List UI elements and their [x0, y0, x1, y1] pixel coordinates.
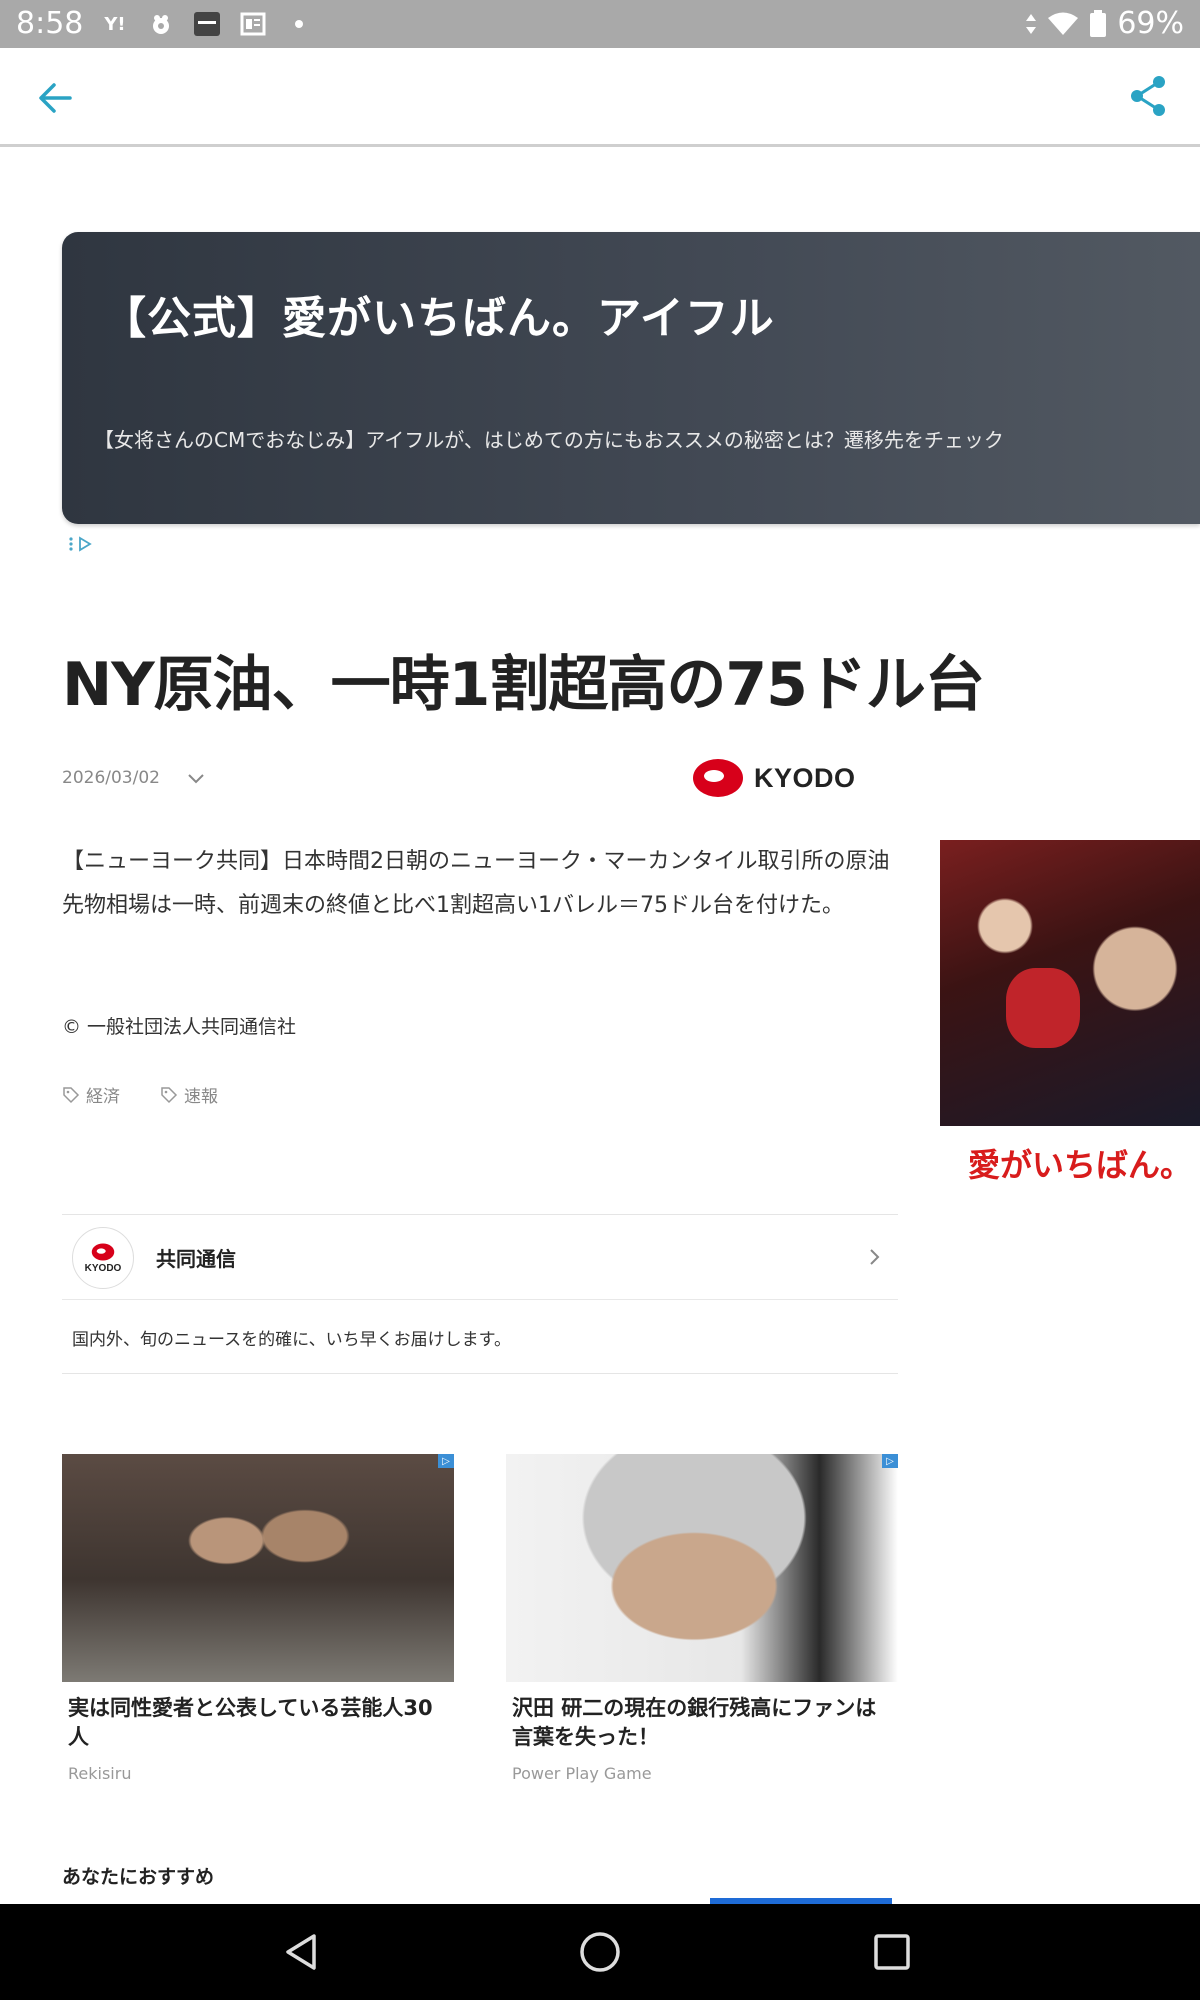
recommended-card[interactable]: ▷ 実は同性愛者と公表している芸能人30人 Rekisiru	[62, 1454, 454, 1794]
ad-title: 【公式】愛がいちばん。アイフル	[102, 293, 775, 344]
nav-recents-button[interactable]	[868, 1928, 916, 1976]
status-time: 8:58	[16, 6, 84, 41]
tag-economy[interactable]: 経済	[62, 1082, 120, 1107]
wifi-icon	[1048, 12, 1079, 35]
newspaper-icon	[238, 10, 268, 38]
back-button[interactable]	[32, 74, 80, 122]
ad-banner[interactable]: 【公式】愛がいちばん。アイフル 【女将さんのCMでおなじみ】アイフルが、はじめて…	[62, 232, 1200, 524]
ad-description: 【女将さんのCMでおなじみ】アイフルが、はじめての方にもおススメの秘密とは？遷移…	[94, 428, 1004, 452]
nav-home-button[interactable]	[576, 1928, 624, 1976]
chevron-down-icon	[188, 774, 204, 784]
article-copyright: © 一般社団法人共同通信社	[62, 1016, 297, 1038]
side-ad-caption: 愛がいちばん。	[968, 1146, 1193, 1184]
tag-label: 経済	[86, 1087, 120, 1107]
status-right: 69%	[1025, 6, 1184, 41]
tag-label: 速報	[184, 1087, 218, 1107]
status-bar: 8:58 Y! 69%	[0, 0, 1200, 48]
card-source: Rekisiru	[68, 1764, 132, 1783]
news-app-icon	[192, 10, 222, 38]
publisher-avatar-text: KYODO	[84, 1262, 122, 1274]
battery-icon	[1090, 9, 1107, 37]
recommended-card[interactable]: ▷ 沢田 研二の現在の銀行残高にファンは言葉を失った！ Power Play G…	[506, 1454, 898, 1794]
side-ad[interactable]: 愛がいちばん。	[940, 840, 1200, 1200]
chevron-right-icon	[862, 1245, 886, 1269]
recommendations-heading: あなたにおすすめ	[62, 1866, 215, 1888]
publisher-row[interactable]: KYODO 共同通信	[62, 1215, 898, 1300]
article-tags: 経済 速報	[62, 1082, 218, 1107]
nav-back-button[interactable]	[278, 1928, 326, 1976]
share-button[interactable]	[1124, 72, 1172, 120]
tag-icon	[63, 1086, 80, 1103]
arrow-left-icon	[39, 83, 72, 113]
side-ad-glove-shape	[1006, 968, 1080, 1048]
app-bar	[0, 48, 1200, 147]
card-source: Power Play Game	[512, 1764, 652, 1783]
square-recents-icon	[874, 1934, 910, 1970]
triangle-back-icon	[286, 1934, 316, 1970]
card-image	[506, 1454, 898, 1682]
card-image	[62, 1454, 454, 1682]
publisher-logo[interactable]: KYODO	[692, 758, 856, 798]
card-title: 実は同性愛者と公表している芸能人30人	[68, 1696, 433, 1749]
data-arrows-icon	[1026, 13, 1037, 34]
circle-home-icon	[580, 1932, 620, 1972]
adchoices-icon[interactable]	[68, 536, 94, 556]
ad-badge-icon: ▷	[438, 1454, 454, 1468]
battery-percent: 69%	[1117, 6, 1184, 41]
tag-icon	[161, 1086, 178, 1103]
date-expand-button[interactable]	[186, 768, 206, 788]
kyodo-logo-icon	[693, 759, 743, 797]
publisher-avatar: KYODO	[72, 1227, 134, 1289]
publisher-description: 国内外、旬のニュースを的確に、いち早くお届けします。	[72, 1330, 511, 1350]
navigation-bar	[0, 1904, 1200, 2000]
article-body: 【ニューヨーク共同】日本時間2日朝のニューヨーク・マーカンタイル取引所の原油先物…	[62, 849, 890, 918]
dot-icon	[284, 10, 314, 38]
article-headline: NY原油、一時1割超高の75ドル台	[62, 650, 985, 720]
card-title: 沢田 研二の現在の銀行残高にファンは言葉を失った！	[512, 1696, 877, 1749]
kyodo-logo-icon	[91, 1242, 115, 1261]
publisher-name: 共同通信	[156, 1247, 236, 1271]
ad-badge-icon: ▷	[882, 1454, 898, 1468]
publisher-logo-text: KYODO	[754, 762, 856, 793]
article-date: 2026/03/02	[62, 768, 160, 788]
app-icon	[146, 10, 176, 38]
share-icon	[1131, 76, 1165, 116]
publisher-card: KYODO 共同通信 国内外、旬のニュースを的確に、いち早くお届けします。	[62, 1214, 898, 1374]
tag-breaking[interactable]: 速報	[160, 1082, 218, 1107]
yahoo-icon: Y!	[104, 13, 126, 35]
notification-icons: Y!	[100, 10, 314, 38]
